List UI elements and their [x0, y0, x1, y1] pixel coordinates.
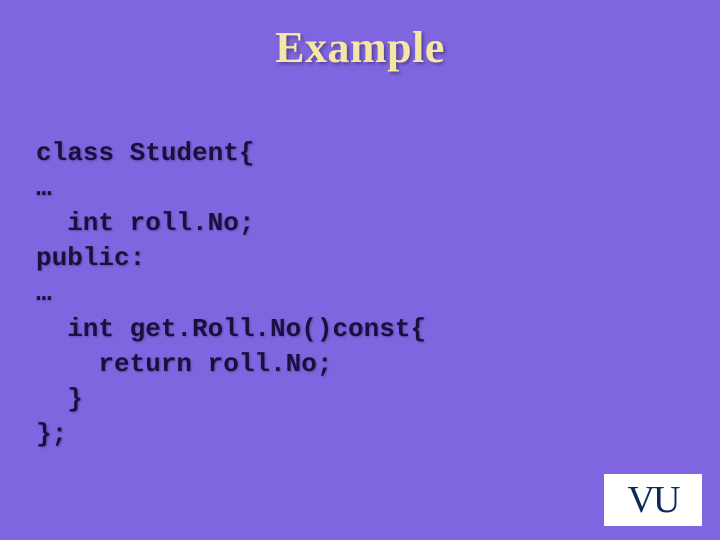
- code-line: class Student{: [36, 138, 254, 168]
- code-line: …: [36, 173, 52, 203]
- vu-logo: VU: [604, 474, 702, 526]
- code-line: };: [36, 419, 67, 449]
- code-line: int roll.No;: [36, 208, 254, 238]
- code-line: return roll.No;: [36, 349, 332, 379]
- code-block: class Student{ … int roll.No; public: … …: [0, 101, 720, 452]
- code-line: …: [36, 278, 52, 308]
- slide-title: Example: [0, 0, 720, 101]
- code-line: public:: [36, 243, 145, 273]
- logo-text: VU: [628, 478, 679, 522]
- code-line: int get.Roll.No()const{: [36, 314, 426, 344]
- code-line: }: [36, 384, 83, 414]
